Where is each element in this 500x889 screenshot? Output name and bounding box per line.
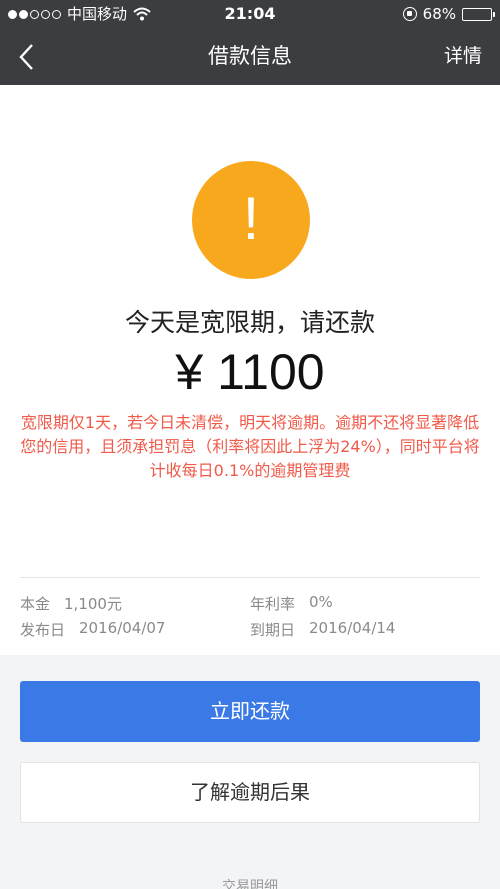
header: 中国移动 21:04 68% 借款信息 详情 xyxy=(0,0,500,85)
info-row: 发布日 2016/04/07 到期日 2016/04/14 xyxy=(20,619,480,645)
principal-label: 本金 xyxy=(20,595,51,613)
battery-percent: 68% xyxy=(422,5,456,23)
grace-period-headline: 今天是宽限期，请还款 xyxy=(124,308,375,337)
loan-info: 本金 1,100元 年利率 0% 发布日 2016/04/07 到期日 2016… xyxy=(20,593,480,645)
status-right: 68% xyxy=(402,0,495,28)
info-row: 本金 1,100元 年利率 0% xyxy=(20,593,480,619)
loan-card: ! 今天是宽限期，请还款 ¥ 1100 宽限期仅1天，若今日未清偿，明天将逾期。… xyxy=(0,85,500,655)
rotation-lock-icon xyxy=(402,7,417,21)
battery-icon xyxy=(462,7,495,21)
rate-label: 年利率 xyxy=(250,595,296,613)
warning-icon: ! xyxy=(192,161,310,279)
status-bar: 中国移动 21:04 68% xyxy=(0,0,500,28)
due-date-item: 到期日 2016/04/14 xyxy=(250,619,395,640)
due-date-value: 2016/04/14 xyxy=(309,619,396,637)
rate-value: 0% xyxy=(309,593,333,611)
repay-now-button[interactable]: 立即还款 xyxy=(20,681,480,742)
overdue-notice: 宽限期仅1天，若今日未清偿，明天将逾期。逾期不还将显著降低您的信用，且须承担罚息… xyxy=(20,413,480,480)
issue-date-item: 发布日 2016/04/07 xyxy=(20,619,165,640)
rate-item: 年利率 0% xyxy=(250,593,333,614)
exclamation-glyph: ! xyxy=(242,185,260,252)
issue-date-label: 发布日 xyxy=(20,621,66,639)
issue-date-value: 2016/04/07 xyxy=(79,619,166,637)
page-title: 借款信息 xyxy=(208,44,292,68)
principal-value: 1,100元 xyxy=(64,595,122,613)
principal-item: 本金 1,100元 xyxy=(20,593,122,614)
divider xyxy=(20,577,480,578)
transaction-details-link[interactable]: 交易明细 xyxy=(0,876,500,889)
due-date-label: 到期日 xyxy=(250,621,296,639)
learn-overdue-button[interactable]: 了解逾期后果 xyxy=(20,762,480,823)
nav-bar: 借款信息 详情 xyxy=(0,28,500,85)
detail-button[interactable]: 详情 xyxy=(444,28,482,85)
amount-due: ¥ 1100 xyxy=(175,344,325,400)
